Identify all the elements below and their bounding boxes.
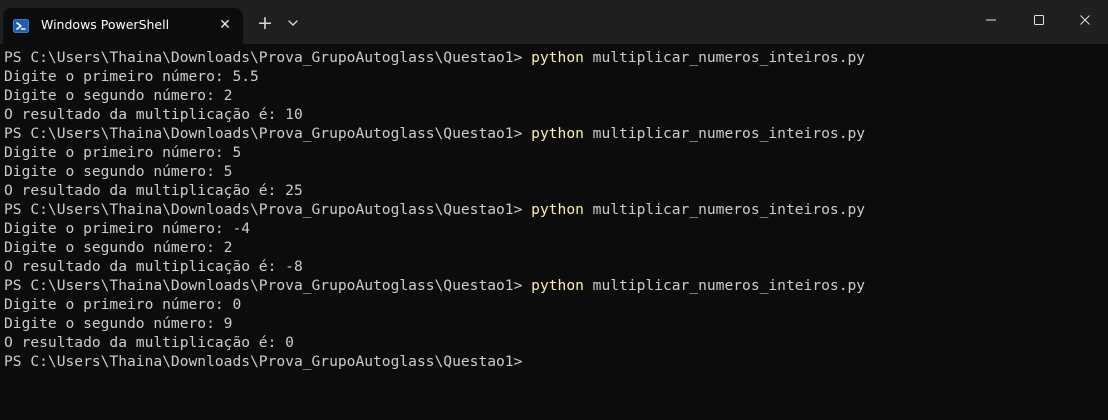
- prompt-line: PS C:\Users\Thaina\Downloads\Prova_Grupo…: [4, 352, 1104, 371]
- prompt-line: PS C:\Users\Thaina\Downloads\Prova_Grupo…: [4, 124, 1104, 143]
- prompt-line: PS C:\Users\Thaina\Downloads\Prova_Grupo…: [4, 200, 1104, 219]
- chevron-down-icon[interactable]: [284, 14, 302, 32]
- output-line: O resultado da multiplicação é: 0: [4, 334, 294, 351]
- command-args: multiplicar_numeros_inteiros.py: [583, 201, 866, 218]
- plus-icon[interactable]: +: [256, 13, 274, 33]
- minimize-button[interactable]: [968, 0, 1014, 40]
- close-icon: [1079, 11, 1091, 30]
- prompt-text: PS C:\Users\Thaina\Downloads\Prova_Grupo…: [4, 277, 532, 294]
- command-name: python: [531, 49, 584, 66]
- command-args: multiplicar_numeros_inteiros.py: [583, 125, 866, 142]
- output-line: Digite o segundo número: 9: [4, 315, 233, 332]
- output-line: Digite o segundo número: 5: [4, 163, 233, 180]
- prompt-line: PS C:\Users\Thaina\Downloads\Prova_Grupo…: [4, 276, 1104, 295]
- command-name: python: [531, 201, 584, 218]
- tab-windows-powershell[interactable]: Windows PowerShell ✕: [3, 8, 243, 44]
- command-name: python: [531, 277, 584, 294]
- output-line: O resultado da multiplicação é: 25: [4, 182, 303, 199]
- command-name: python: [531, 125, 584, 142]
- output-line: O resultado da multiplicação é: 10: [4, 106, 303, 123]
- output-line: Digite o segundo número: 2: [4, 239, 233, 256]
- prompt-text: PS C:\Users\Thaina\Downloads\Prova_Grupo…: [4, 353, 523, 370]
- close-window-button[interactable]: [1062, 0, 1108, 40]
- terminal-output[interactable]: PS C:\Users\Thaina\Downloads\Prova_Grupo…: [4, 48, 1104, 371]
- command-args: multiplicar_numeros_inteiros.py: [583, 49, 866, 66]
- maximize-button[interactable]: [1016, 0, 1062, 40]
- output-line: Digite o primeiro número: 0: [4, 296, 242, 313]
- powershell-icon: [13, 18, 29, 34]
- tab-title: Windows PowerShell: [41, 17, 170, 32]
- prompt-text: PS C:\Users\Thaina\Downloads\Prova_Grupo…: [4, 49, 532, 66]
- command-args: multiplicar_numeros_inteiros.py: [583, 277, 866, 294]
- powershell-window: Windows PowerShell ✕ + PS C:\Users\Thain…: [0, 0, 1108, 420]
- minimize-icon: [985, 11, 997, 30]
- prompt-text: PS C:\Users\Thaina\Downloads\Prova_Grupo…: [4, 201, 532, 218]
- maximize-icon: [1033, 11, 1045, 30]
- output-line: Digite o primeiro número: -4: [4, 220, 251, 237]
- title-bar[interactable]: Windows PowerShell ✕ +: [0, 0, 1108, 44]
- output-line: Digite o primeiro número: 5: [4, 144, 242, 161]
- prompt-text: PS C:\Users\Thaina\Downloads\Prova_Grupo…: [4, 125, 532, 142]
- prompt-line: PS C:\Users\Thaina\Downloads\Prova_Grupo…: [4, 48, 1104, 67]
- output-line: O resultado da multiplicação é: -8: [4, 258, 303, 275]
- output-line: Digite o primeiro número: 5.5: [4, 68, 259, 85]
- output-line: Digite o segundo número: 2: [4, 87, 233, 104]
- close-icon[interactable]: ✕: [217, 17, 233, 33]
